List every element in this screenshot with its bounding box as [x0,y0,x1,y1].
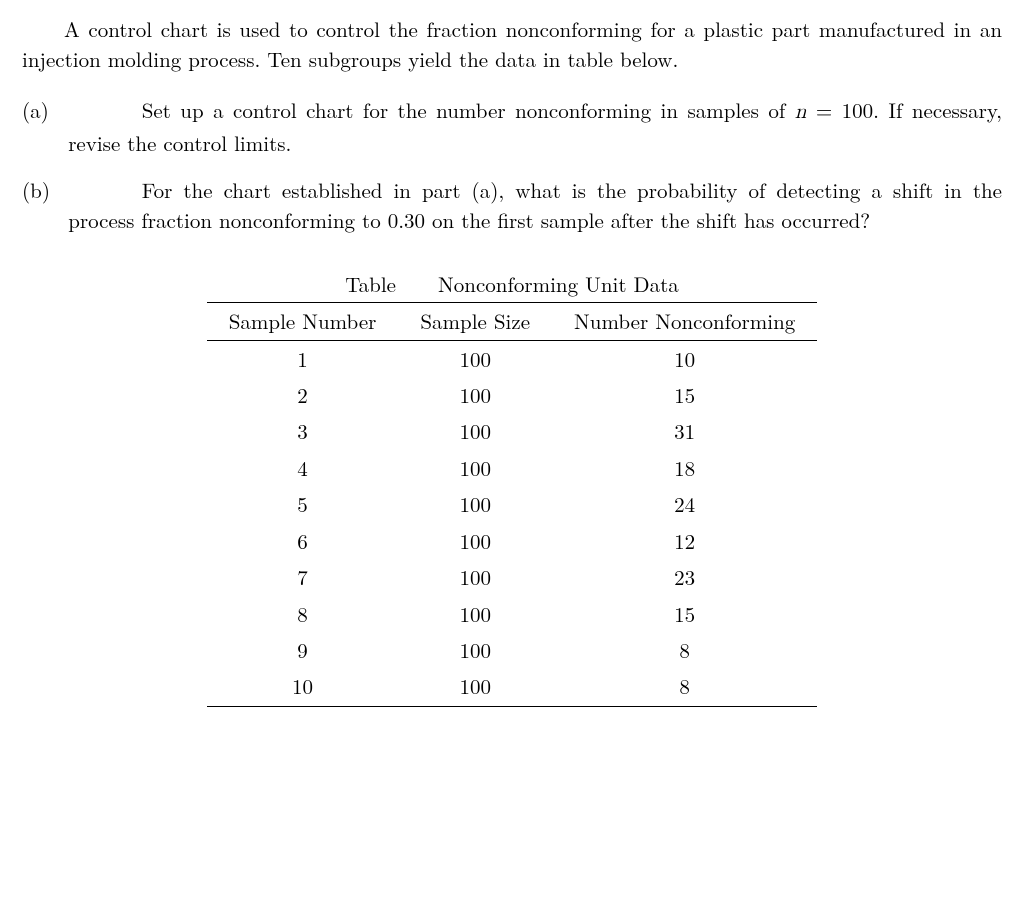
cell-n: 10 [207,668,399,706]
table-row: 810015 [207,596,818,632]
cell-size: 100 [398,377,552,413]
cell-nc: 31 [552,413,817,449]
cell-n: 7 [207,559,399,595]
cell-nc: 8 [552,632,817,668]
cell-n: 9 [207,632,399,668]
table-title: Table Nonconforming Unit Data [207,266,818,303]
problem-intro: A control chart is used to control the f… [22,14,1002,75]
part-a-text-before: Set up a control chart for the number no… [142,95,795,125]
table-row: 210015 [207,377,818,413]
cell-nc: 8 [552,668,817,706]
cell-n: 2 [207,377,399,413]
table-row: 710023 [207,559,818,595]
part-b: (b)For the chart established in part (a)… [22,175,1002,236]
table-row: 101008 [207,668,818,706]
cell-size: 100 [398,486,552,522]
cell-nc: 15 [552,596,817,632]
cell-nc: 23 [552,559,817,595]
table-row: 410018 [207,450,818,486]
cell-n: 5 [207,486,399,522]
cell-n: 1 [207,340,399,377]
cell-n: 6 [207,523,399,559]
part-a: (a) Set up a control chart for the number… [22,95,1002,159]
cell-nc: 15 [552,377,817,413]
table-title-right: Nonconforming Unit Data [438,269,679,299]
cell-size: 100 [398,340,552,377]
col-sample-size: Sample Size [398,303,552,340]
cell-nc: 10 [552,340,817,377]
part-b-label: (b) [22,175,68,205]
cell-nc: 12 [552,523,817,559]
table-title-left: Table [345,269,396,299]
data-table: Table Nonconforming Unit Data Sample Num… [207,266,818,707]
cell-n: 4 [207,450,399,486]
table-row: 310031 [207,413,818,449]
table-row: 510024 [207,486,818,522]
table-title-row: Table Nonconforming Unit Data [207,266,818,303]
cell-size: 100 [398,413,552,449]
cell-size: 100 [398,632,552,668]
table-row: 91008 [207,632,818,668]
cell-nc: 18 [552,450,817,486]
part-a-label: (a) [22,95,68,125]
cell-size: 100 [398,450,552,486]
table-row: 610012 [207,523,818,559]
col-number-nonconforming: Number Nonconforming [552,303,817,340]
cell-n: 8 [207,596,399,632]
cell-size: 100 [398,668,552,706]
cell-n: 3 [207,413,399,449]
cell-size: 100 [398,523,552,559]
col-sample-number: Sample Number [207,303,399,340]
part-a-var: n [795,102,807,123]
cell-size: 100 [398,559,552,595]
table-row: 110010 [207,340,818,377]
table-header-row: Sample Number Sample Size Number Nonconf… [207,303,818,340]
cell-nc: 24 [552,486,817,522]
part-b-text: For the chart established in part (a), w… [68,175,1002,235]
cell-size: 100 [398,596,552,632]
